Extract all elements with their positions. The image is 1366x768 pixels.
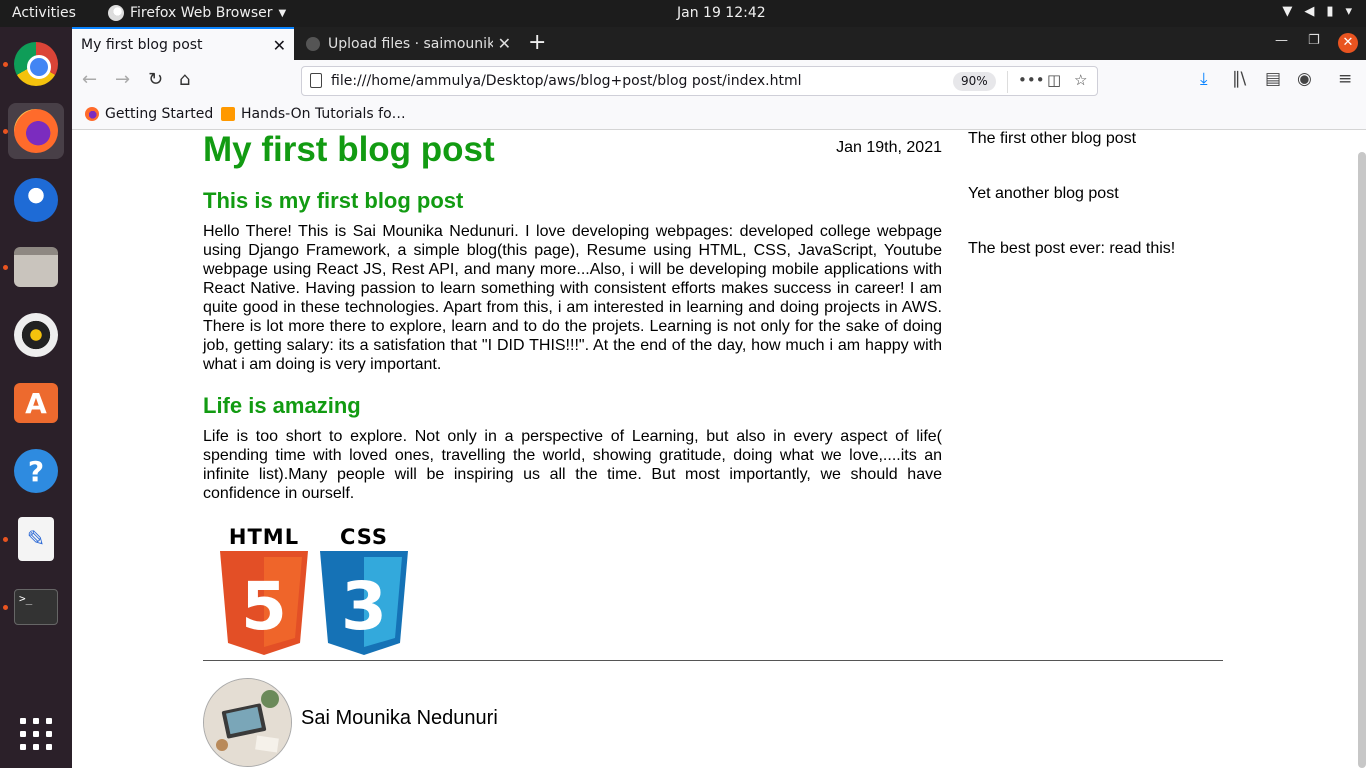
section-body: Hello There! This is Sai Mounika Nedunur… xyxy=(203,223,942,373)
activities-button[interactable]: Activities xyxy=(12,5,76,21)
reload-button[interactable]: ↻ xyxy=(148,69,163,90)
account-icon[interactable]: ◉ xyxy=(1297,69,1312,89)
dock-help[interactable]: ? xyxy=(8,443,64,499)
system-tray[interactable]: ▼ ◀ ▮ ▾ xyxy=(1282,4,1352,19)
forward-button[interactable]: → xyxy=(115,69,130,90)
logo-label: HTML xyxy=(228,525,300,549)
dock: A ? ✎ >_ xyxy=(0,27,72,768)
avatar xyxy=(203,678,292,767)
zoom-indicator[interactable]: 90% xyxy=(953,72,996,91)
text-editor-icon: ✎ xyxy=(18,517,54,561)
app-menu[interactable]: Firefox Web Browser ▼ xyxy=(108,5,286,21)
tab-strip: My first blog post ✕ Upload files · saim… xyxy=(72,27,1366,60)
volume-icon: ◀ xyxy=(1304,4,1315,19)
post-date: Jan 19th, 2021 xyxy=(836,139,942,156)
app-menu-label: Firefox Web Browser xyxy=(130,5,273,21)
scrollbar[interactable] xyxy=(1358,152,1366,768)
bookmark-label: Getting Started xyxy=(105,106,214,122)
sidebar-icon[interactable]: ▤ xyxy=(1265,69,1281,89)
tab-title: Upload files · saimounika xyxy=(328,35,493,52)
firefox-icon xyxy=(85,107,99,121)
bookmark-getting-started[interactable]: Getting Started xyxy=(85,106,213,122)
html5-logo: HTML 5 xyxy=(220,525,308,655)
firefox-window: My first blog post ✕ Upload files · saim… xyxy=(72,27,1366,768)
dock-chrome[interactable] xyxy=(8,36,64,92)
bookmarks-toolbar: Getting Started Hands-On Tutorials fo… xyxy=(72,100,1366,130)
tab-upload-files[interactable]: Upload files · saimounika ✕ xyxy=(297,27,519,60)
maximize-button[interactable]: ❐ xyxy=(1308,33,1320,48)
tab-my-first-blog-post[interactable]: My first blog post ✕ xyxy=(72,27,294,60)
window-close-button[interactable]: ✕ xyxy=(1338,33,1358,53)
library-icon[interactable]: ∥\ xyxy=(1232,69,1246,89)
menu-icon[interactable]: ≡ xyxy=(1338,69,1352,89)
firefox-icon xyxy=(14,109,58,153)
dock-software[interactable]: A xyxy=(8,375,64,431)
tech-logos: HTML 5 CSS 3 xyxy=(220,525,408,655)
url-text[interactable]: file:///home/ammulya/Desktop/aws/blog+po… xyxy=(331,73,801,89)
url-bar[interactable]: file:///home/ammulya/Desktop/aws/blog+po… xyxy=(301,66,1098,96)
minimize-button[interactable]: — xyxy=(1275,33,1288,48)
battery-icon: ▮ xyxy=(1326,4,1334,19)
firefox-icon xyxy=(108,5,124,21)
logo-label: CSS xyxy=(339,525,389,549)
downloads-icon[interactable]: ⤓ xyxy=(1200,69,1208,89)
new-tab-button[interactable]: + xyxy=(528,30,546,55)
page-content: My first blog post Jan 19th, 2021 This i… xyxy=(72,130,1366,768)
tab-title: My first blog post xyxy=(81,36,203,53)
chevron-down-icon: ▼ xyxy=(278,7,287,19)
section-heading: Life is amazing xyxy=(203,393,361,418)
page-icon xyxy=(310,73,322,88)
dock-firefox[interactable] xyxy=(8,103,64,159)
back-button[interactable]: ← xyxy=(82,69,97,90)
page-actions-icon[interactable]: ••• xyxy=(1018,71,1045,89)
bookmark-star-icon[interactable]: ☆ xyxy=(1074,71,1087,89)
footer-divider xyxy=(203,660,1223,661)
nav-bar: ← → ↻ ⌂ file:///home/ammulya/Desktop/aws… xyxy=(72,60,1366,100)
github-icon xyxy=(306,36,320,51)
close-icon[interactable]: ✕ xyxy=(273,36,286,55)
home-button[interactable]: ⌂ xyxy=(179,69,190,90)
rhythmbox-icon xyxy=(14,313,58,357)
bookmark-hands-on-tutorials[interactable]: Hands-On Tutorials fo… xyxy=(221,106,406,122)
bookmark-label: Hands-On Tutorials fo… xyxy=(241,106,406,122)
dock-rhythmbox[interactable] xyxy=(8,307,64,363)
sidebar-link[interactable]: The first other blog post xyxy=(968,130,1136,148)
software-store-icon: A xyxy=(14,383,58,423)
show-applications[interactable] xyxy=(8,706,64,762)
pocket-icon[interactable]: ◫ xyxy=(1047,71,1061,89)
files-icon xyxy=(14,247,58,287)
dock-text-editor[interactable]: ✎ xyxy=(8,511,64,567)
thunderbird-icon xyxy=(14,178,58,222)
author-name: Sai Mounika Nedunuri xyxy=(301,707,498,729)
dock-thunderbird[interactable] xyxy=(8,172,64,228)
help-icon: ? xyxy=(14,449,58,493)
logo-digit: 3 xyxy=(341,568,387,645)
aws-cube-icon xyxy=(221,107,235,121)
terminal-icon: >_ xyxy=(14,589,58,625)
chrome-icon xyxy=(14,42,58,86)
wifi-icon: ▼ xyxy=(1282,4,1293,19)
css3-logo: CSS 3 xyxy=(320,525,408,655)
app-grid-icon xyxy=(20,718,52,750)
dock-files[interactable] xyxy=(8,239,64,295)
section-body: Life is too short to explore. Not only i… xyxy=(203,428,942,502)
close-icon[interactable]: ✕ xyxy=(498,34,511,53)
post-title: My first blog post xyxy=(203,130,495,169)
sidebar-link[interactable]: Yet another blog post xyxy=(968,185,1119,203)
logo-digit: 5 xyxy=(241,568,287,645)
sidebar-link[interactable]: The best post ever: read this! xyxy=(968,240,1175,258)
chevron-down-icon: ▾ xyxy=(1345,4,1352,19)
url-separator xyxy=(1007,71,1008,93)
section-heading: This is my first blog post xyxy=(203,188,464,213)
clock[interactable]: Jan 19 12:42 xyxy=(677,5,766,21)
dock-terminal[interactable]: >_ xyxy=(8,579,64,635)
system-top-bar: Activities Firefox Web Browser ▼ Jan 19 … xyxy=(0,0,1366,27)
